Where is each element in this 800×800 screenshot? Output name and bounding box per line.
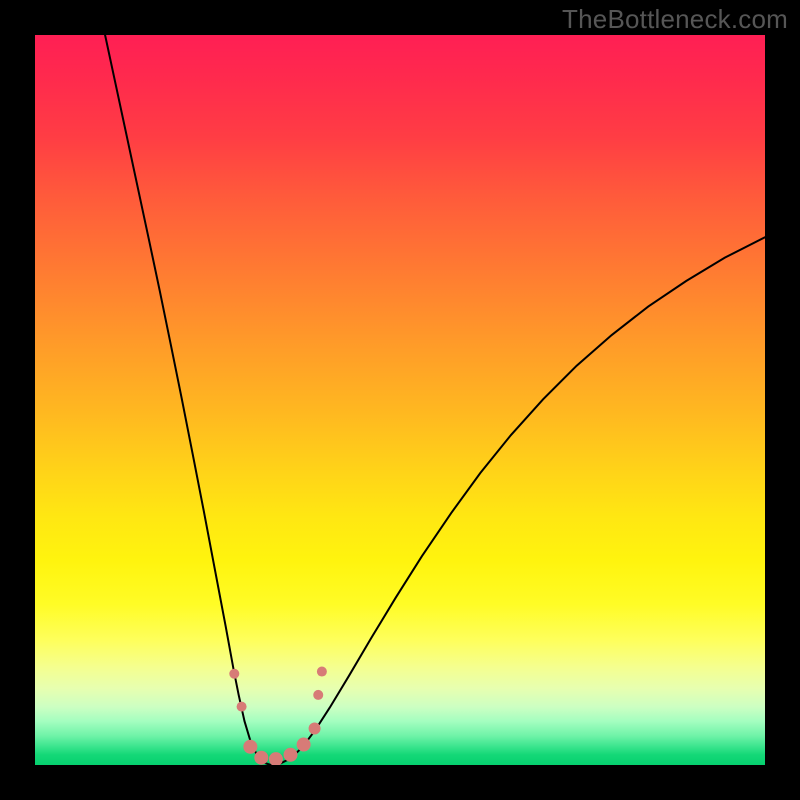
- data-point: [229, 669, 239, 679]
- watermark-text: TheBottleneck.com: [562, 4, 788, 35]
- data-point: [284, 748, 298, 762]
- data-point: [309, 723, 321, 735]
- data-point: [254, 751, 268, 765]
- data-point: [297, 738, 311, 752]
- outer-frame: TheBottleneck.com: [0, 0, 800, 800]
- curve-left: [105, 35, 271, 765]
- plot-area: [35, 35, 765, 765]
- data-point: [237, 702, 247, 712]
- data-point: [313, 690, 323, 700]
- data-point: [269, 752, 283, 765]
- curve-right: [271, 237, 765, 765]
- data-point: [317, 667, 327, 677]
- chart-svg: [35, 35, 765, 765]
- data-point: [243, 740, 257, 754]
